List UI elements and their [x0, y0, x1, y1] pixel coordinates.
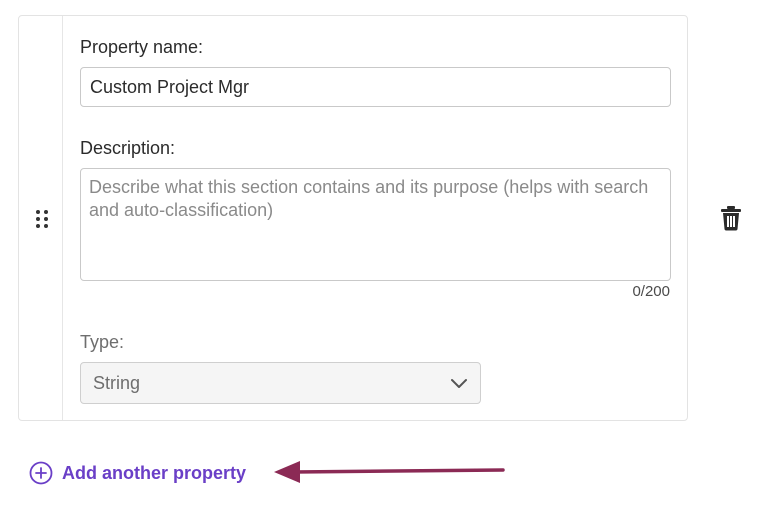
type-select[interactable]: String	[80, 362, 481, 404]
description-char-counter: 0/200	[632, 283, 670, 300]
description-label: Description:	[80, 138, 176, 158]
plus-circle-icon	[29, 461, 53, 485]
add-property-button[interactable]: Add another property	[29, 461, 246, 485]
property-editor: Property name: Description: 0/200 Type: …	[0, 0, 778, 510]
type-label: Type:	[80, 332, 125, 352]
arrow-left-icon	[274, 461, 505, 483]
property-card: Property name: Description: 0/200 Type: …	[18, 15, 688, 421]
type-select-value: String	[93, 373, 141, 393]
property-name-label: Property name:	[80, 37, 204, 57]
description-textarea[interactable]	[80, 168, 671, 281]
card-divider	[62, 16, 63, 420]
property-name-input[interactable]	[80, 67, 671, 107]
drag-handle-icon[interactable]	[35, 209, 49, 229]
chevron-down-icon	[451, 379, 467, 388]
add-property-label: Add another property	[62, 462, 247, 483]
trash-icon[interactable]	[720, 205, 742, 231]
